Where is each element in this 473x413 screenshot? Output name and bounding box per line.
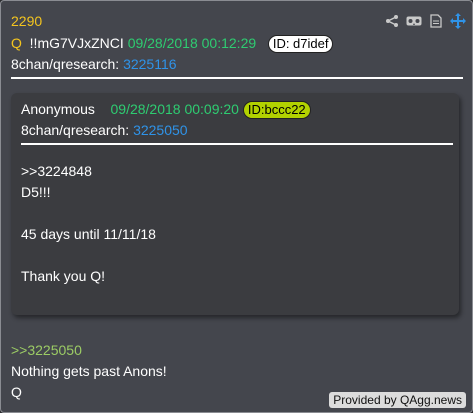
body-signature: Q (11, 384, 22, 400)
post-author-line: Q !!mG7VJxZNCI 09/28/2018 00:12:29 ID: d… (11, 35, 334, 53)
quoted-body-line: D5!!! (21, 184, 51, 200)
vr-glasses-icon[interactable] (406, 13, 422, 29)
quoted-author-line: Anonymous 09/28/2018 00:09:20 ID:bccc22 (21, 101, 311, 119)
body-line: Nothing gets past Anons! (11, 363, 167, 379)
poster-id-badge[interactable]: ID: d7idef (267, 35, 334, 53)
quoted-divider (21, 143, 453, 145)
board-label: 8chan/qresearch: (11, 56, 120, 72)
document-icon[interactable] (428, 13, 444, 29)
post-toolbar (384, 13, 466, 29)
quoted-board-label: 8chan/qresearch: (21, 122, 130, 138)
quoted-body-line: Thank you Q! (21, 268, 106, 284)
header-divider (11, 77, 463, 79)
quoted-timestamp: 09/28/2018 00:09:20 (110, 101, 239, 117)
quoted-author: Anonymous (21, 101, 95, 117)
quoted-post: Anonymous 09/28/2018 00:09:20 ID:bccc22 … (11, 93, 459, 315)
q-label: Q (11, 35, 22, 51)
post-source-line: 8chan/qresearch: 3225116 (11, 56, 177, 72)
tripcode: !!mG7VJxZNCI (29, 35, 124, 51)
quoted-post-ref-link[interactable]: 3225050 (133, 122, 188, 138)
post-number: 2290 (11, 13, 43, 29)
post-timestamp: 09/28/2018 00:12:29 (127, 35, 257, 51)
credit-badge: Provided by QAgg.news (329, 392, 466, 408)
post-ref-link[interactable]: 3225116 (123, 56, 176, 72)
quoted-source-line: 8chan/qresearch: 3225050 (21, 122, 188, 138)
quoted-body-line: 45 days until 11/11/18 (21, 226, 156, 242)
quoted-id-badge[interactable]: ID:bccc22 (242, 101, 311, 119)
move-icon[interactable] (450, 13, 466, 29)
quoted-body-line[interactable]: >>3224848 (21, 163, 92, 179)
post-card: 2290 Q !!mG7VJxZNCI 09/28/2018 00:12:29 … (0, 0, 473, 413)
body-reply-link[interactable]: >>3225050 (11, 342, 82, 358)
share-icon[interactable] (384, 13, 400, 29)
